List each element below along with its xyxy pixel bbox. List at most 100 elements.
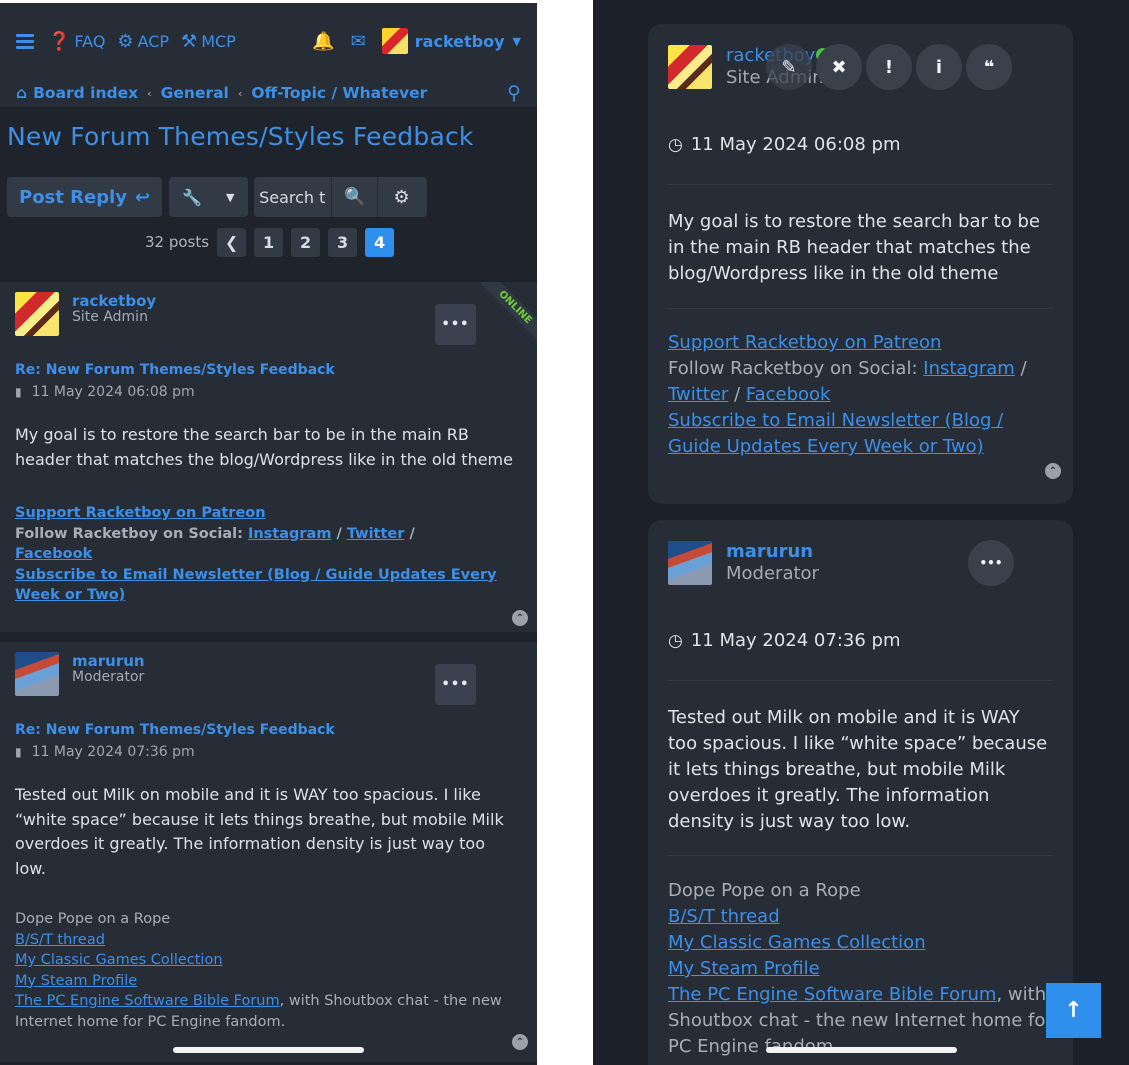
classic-games-link[interactable]: My Classic Games Collection <box>15 952 223 968</box>
online-badge: ONLINE <box>467 282 537 362</box>
search-icon: 🔍 <box>344 187 366 207</box>
back-to-top-icon[interactable]: ⌃ <box>512 1034 528 1050</box>
post-body: Tested out Milk on mobile and it is WAY … <box>15 785 504 878</box>
post-signature: Dope Pope on a Rope B/S/T thread My Clas… <box>668 880 1053 1057</box>
home-indicator <box>766 1047 957 1053</box>
steam-profile-link[interactable]: My Steam Profile <box>668 958 820 979</box>
user-avatar[interactable] <box>381 28 408 54</box>
reply-arrow-icon: ↩ <box>135 186 151 208</box>
breadcrumb-general[interactable]: General <box>161 84 229 102</box>
post-body: My goal is to restore the search bar to … <box>15 425 513 469</box>
gavel-icon: ⚒ <box>181 30 198 52</box>
post-actions-button[interactable]: ••• <box>435 664 476 705</box>
back-to-top-icon[interactable]: ⌃ <box>512 610 528 626</box>
topic-title[interactable]: New Forum Themes/Styles Feedback <box>0 108 537 168</box>
patreon-link[interactable]: Support Racketboy on Patreon <box>668 332 941 353</box>
breadcrumb-forum[interactable]: Off-Topic / Whatever <box>251 84 427 102</box>
avatar[interactable] <box>15 652 59 696</box>
bst-thread-link[interactable]: B/S/T thread <box>15 932 105 948</box>
report-button[interactable]: ! <box>866 44 912 90</box>
steam-profile-link[interactable]: My Steam Profile <box>15 973 137 989</box>
info-button[interactable]: i <box>916 44 962 90</box>
pencil-icon: ✎ <box>781 56 797 78</box>
post-card: racketboy Site Admin ✎ ✖ ! i ❝ ◷11 May 2… <box>648 24 1073 504</box>
faq-link[interactable]: ❓ FAQ <box>48 31 105 52</box>
page-3[interactable]: 3 <box>328 227 358 257</box>
quote-button[interactable]: ❝ <box>966 44 1012 90</box>
divider <box>668 680 1053 681</box>
topic-search: 🔍 ⚙ <box>254 177 428 217</box>
instagram-link[interactable]: Instagram <box>248 526 332 542</box>
topic-tools-dropdown[interactable]: 🔧 ▼ <box>169 177 249 217</box>
hamburger-menu-icon[interactable] <box>16 33 34 49</box>
top-navbar: ❓ FAQ ⚙ ACP ⚒ MCP 🔔 ✉ racketboy ▼ ⌂ Board in… <box>0 3 537 108</box>
avatar[interactable] <box>668 541 712 585</box>
post: marurun Moderator ••• Re: New Forum Them… <box>0 642 537 1062</box>
facebook-link[interactable]: Facebook <box>746 384 831 405</box>
breadcrumb-board-index[interactable]: Board index <box>33 84 138 102</box>
advanced-search-button[interactable]: ⚙ <box>378 177 425 217</box>
classic-games-link[interactable]: My Classic Games Collection <box>668 932 926 953</box>
instagram-link[interactable]: Instagram <box>923 358 1015 379</box>
edit-button[interactable]: ✎ <box>766 44 812 90</box>
close-icon: ✖ <box>831 56 847 78</box>
delete-button[interactable]: ✖ <box>816 44 862 90</box>
post-reply-button[interactable]: Post Reply ↩ <box>7 177 163 217</box>
post-author-rank: Moderator <box>726 563 819 584</box>
pce-forum-link[interactable]: The PC Engine Software Bible Forum <box>15 993 280 1009</box>
back-to-top-icon[interactable]: ⌃ <box>1045 463 1061 479</box>
ellipsis-icon: ••• <box>441 317 470 332</box>
post-author[interactable]: marurun <box>726 541 813 562</box>
twitter-link[interactable]: Twitter <box>347 526 405 542</box>
twitter-link[interactable]: Twitter <box>668 384 728 405</box>
file-icon[interactable]: ▮ <box>15 745 22 759</box>
post-date: ▮ 11 May 2024 07:36 pm <box>15 744 195 760</box>
file-icon[interactable]: ▮ <box>15 385 22 399</box>
home-indicator <box>173 1047 364 1053</box>
pce-forum-link[interactable]: The PC Engine Software Bible Forum <box>668 984 996 1005</box>
search-button[interactable]: 🔍 <box>332 177 379 217</box>
gear-icon: ⚙ <box>393 186 410 208</box>
post-author[interactable]: marurun <box>72 652 145 670</box>
user-menu-button[interactable]: racketboy ▼ <box>415 32 521 51</box>
avatar[interactable] <box>15 292 59 336</box>
facebook-link[interactable]: Facebook <box>15 546 92 562</box>
post-actions-button[interactable]: ••• <box>435 304 476 345</box>
clock-icon: ◷ <box>668 134 683 155</box>
caret-down-icon: ▼ <box>226 190 235 204</box>
page-4-current[interactable]: 4 <box>365 227 395 257</box>
post-date: ◷ 11 May 2024 06:08 pm <box>668 134 901 155</box>
bst-thread-link[interactable]: B/S/T thread <box>668 906 780 927</box>
patreon-link[interactable]: Support Racketboy on Patreon <box>15 505 266 521</box>
scroll-to-top-button[interactable]: ↑ <box>1046 983 1101 1038</box>
breadcrumb: ⌂ Board index ‹ General ‹ Off-Topic / Wh… <box>0 79 537 107</box>
post-author[interactable]: racketboy <box>72 292 156 310</box>
newsletter-link[interactable]: Subscribe to Email Newsletter (Blog / Gu… <box>668 410 1003 457</box>
newsletter-link[interactable]: Subscribe to Email Newsletter (Blog / Gu… <box>15 567 497 604</box>
post-subject[interactable]: Re: New Forum Themes/Styles Feedback <box>15 362 335 378</box>
wrench-icon: 🔧 <box>182 187 203 207</box>
info-icon: i <box>935 56 943 78</box>
acp-link[interactable]: ⚙ ACP <box>117 31 169 52</box>
page-2[interactable]: 2 <box>291 227 321 257</box>
inbox-icon[interactable]: ✉ <box>351 31 366 52</box>
post-actions-button[interactable]: ••• <box>968 540 1014 586</box>
clock-icon: ◷ <box>668 630 683 651</box>
cogs-icon: ⚙ <box>117 30 134 52</box>
prev-page-button[interactable]: ❮ <box>217 227 247 257</box>
post-card: marurun Moderator ••• ◷ 11 May 2024 07:36… <box>648 520 1073 1065</box>
arrow-up-icon: ↑ <box>1064 998 1083 1023</box>
search-icon[interactable]: ⚲ <box>507 82 521 104</box>
page-1[interactable]: 1 <box>254 227 284 257</box>
post-subject[interactable]: Re: New Forum Themes/Styles Feedback <box>15 722 335 738</box>
divider <box>668 308 1053 309</box>
user-area: 🔔 ✉ racketboy ▼ <box>312 28 521 54</box>
caret-down-icon: ▼ <box>512 34 521 48</box>
post-author-rank: Site Admin <box>72 309 148 325</box>
quick-links-row: ❓ FAQ ⚙ ACP ⚒ MCP 🔔 ✉ racketboy ▼ <box>0 3 537 79</box>
avatar[interactable] <box>668 45 712 89</box>
notifications-bell-icon[interactable]: 🔔 <box>312 31 334 52</box>
topic-search-input[interactable] <box>254 177 333 217</box>
mcp-link[interactable]: ⚒ MCP <box>181 31 236 52</box>
pagination: 32 posts ❮ 1 2 3 4 <box>0 222 537 262</box>
